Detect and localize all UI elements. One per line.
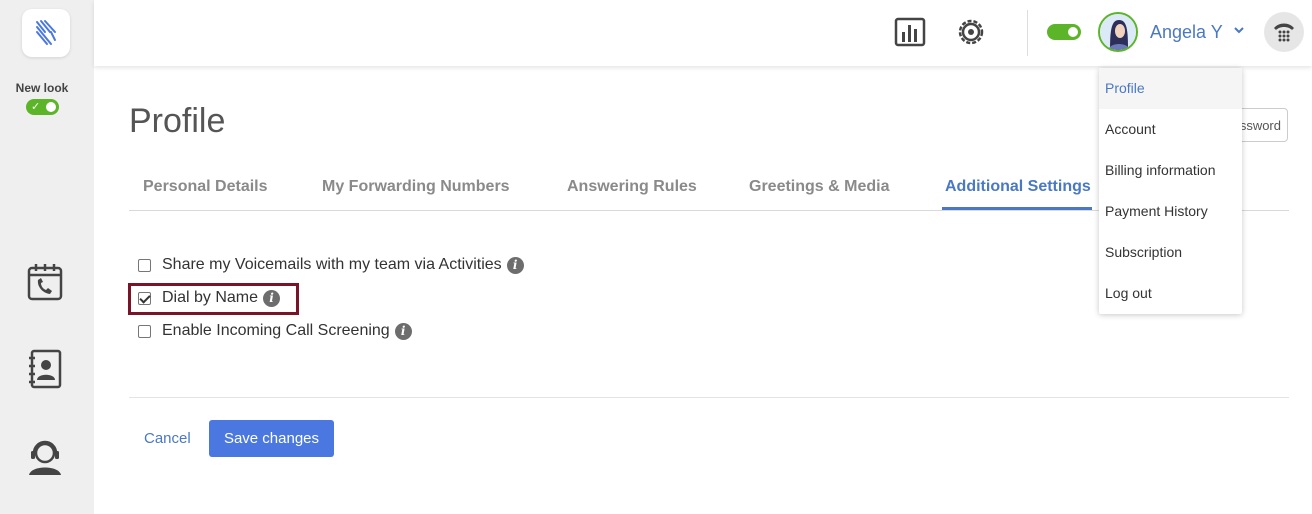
top-bar: Angela Y: [94, 0, 1312, 66]
tab-forwarding-numbers[interactable]: My Forwarding Numbers: [322, 178, 510, 196]
sidebar-item-contacts[interactable]: [24, 348, 66, 390]
agent-headset-icon: [29, 440, 61, 475]
tab-greetings-media[interactable]: Greetings & Media: [749, 178, 889, 196]
info-icon[interactable]: i: [506, 256, 524, 274]
topbar-divider: [1027, 10, 1028, 56]
dialpad-button[interactable]: [1264, 12, 1304, 52]
settings-button[interactable]: [954, 15, 988, 49]
info-icon[interactable]: i: [394, 322, 412, 340]
save-changes-button[interactable]: Save changes: [209, 420, 334, 457]
menu-item-billing[interactable]: Billing information: [1099, 150, 1242, 191]
sidebar-item-agent[interactable]: [24, 436, 66, 478]
contacts-book-icon: [29, 349, 62, 389]
app-logo[interactable]: [22, 9, 70, 57]
user-menu: Profile Account Billing information Paym…: [1099, 68, 1242, 314]
toggle-knob: [46, 102, 56, 112]
highlight-box: [128, 283, 299, 315]
tab-additional-settings[interactable]: Additional Settings: [945, 178, 1091, 196]
call-screening-checkbox[interactable]: [138, 324, 151, 338]
avatar[interactable]: [1098, 12, 1138, 52]
analytics-button[interactable]: [893, 15, 927, 49]
menu-item-subscription[interactable]: Subscription: [1099, 232, 1242, 273]
availability-toggle[interactable]: [1047, 24, 1081, 40]
tab-personal-details[interactable]: Personal Details: [143, 178, 268, 196]
sidebar-item-calls[interactable]: [24, 261, 66, 303]
menu-item-payment-history[interactable]: Payment History: [1099, 191, 1242, 232]
chevron-down-icon[interactable]: [1233, 25, 1245, 35]
active-tab-indicator: [942, 207, 1092, 210]
analytics-icon: [894, 17, 926, 47]
divider: [129, 397, 1289, 398]
settings-icon: [958, 19, 984, 45]
calendar-phone-icon: [27, 264, 63, 301]
cancel-button[interactable]: Cancel: [144, 430, 191, 447]
toggle-knob: [1068, 27, 1078, 37]
share-voicemails-checkbox[interactable]: [138, 258, 151, 272]
sidebar: New look ✓: [0, 0, 94, 514]
check-icon: ✓: [31, 101, 41, 113]
share-voicemails-label: Share my Voicemails with my team via Act…: [162, 256, 502, 273]
menu-item-logout[interactable]: Log out: [1099, 273, 1242, 314]
call-screening-label: Enable Incoming Call Screening: [162, 322, 390, 339]
page-title: Profile: [129, 102, 226, 140]
user-avatar-icon: [1100, 14, 1136, 50]
option-call-screening: Enable Incoming Call Screening i: [138, 322, 412, 340]
logo-icon: [36, 20, 56, 45]
menu-item-account[interactable]: Account: [1099, 109, 1242, 150]
dialpad-icon: [1274, 23, 1294, 42]
new-look-label: New look: [15, 81, 69, 95]
menu-item-profile[interactable]: Profile: [1099, 68, 1242, 109]
user-name[interactable]: Angela Y: [1150, 22, 1223, 43]
tab-answering-rules[interactable]: Answering Rules: [567, 178, 697, 196]
new-look-toggle[interactable]: ✓: [26, 99, 59, 115]
option-share-voicemails: Share my Voicemails with my team via Act…: [138, 256, 524, 274]
